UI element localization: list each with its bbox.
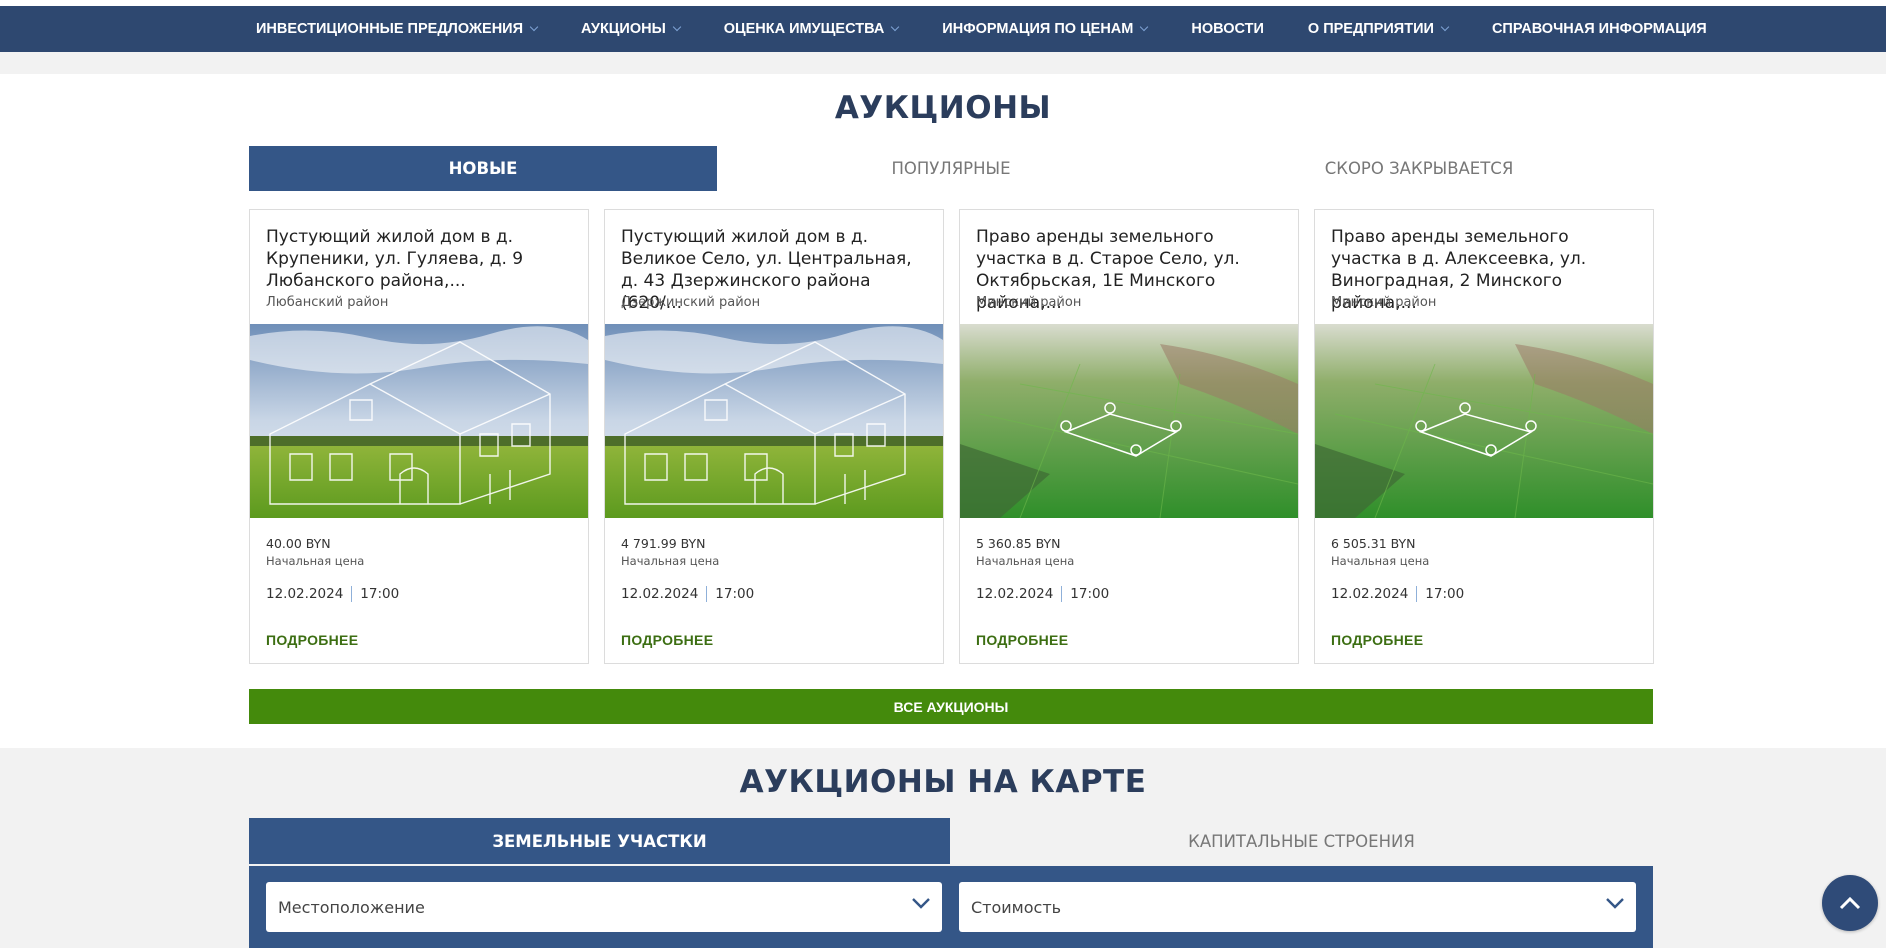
chevron-down-icon bbox=[891, 22, 900, 32]
card-price: 6 505.31 BYN bbox=[1331, 536, 1416, 551]
nav-item-investment-offers[interactable]: ИНВЕСТИЦИОННЫЕ ПРЕДЛОЖЕНИЯ bbox=[256, 21, 539, 37]
card-district: Минский район bbox=[976, 295, 1082, 310]
nav-item-price-info[interactable]: ИНФОРМАЦИЯ ПО ЦЕНАМ bbox=[942, 21, 1149, 37]
price-select-value: Стоимость bbox=[971, 897, 1062, 917]
map-auctions-title: АУКЦИОНЫ НА КАРТЕ bbox=[739, 764, 1147, 800]
card-more-link[interactable]: ПОДРОБНЕЕ bbox=[621, 632, 713, 648]
price-select[interactable]: Стоимость bbox=[959, 882, 1636, 932]
card-datetime: 12.02.2024 17:00 bbox=[266, 586, 399, 602]
card-datetime: 12.02.2024 17:00 bbox=[976, 586, 1109, 602]
card-time: 17:00 bbox=[360, 586, 400, 602]
divider bbox=[1416, 586, 1418, 602]
auction-card[interactable]: Пустующий жилой дом в д. Крупеники, ул. … bbox=[249, 209, 589, 664]
auction-card[interactable]: Право аренды земельного участка в д. Ста… bbox=[959, 209, 1299, 664]
card-time: 17:00 bbox=[1070, 586, 1110, 602]
card-time: 17:00 bbox=[1425, 586, 1465, 602]
card-price-label: Начальная цена bbox=[266, 554, 365, 568]
card-more-link[interactable]: ПОДРОБНЕЕ bbox=[1331, 632, 1423, 648]
nav-item-label: О ПРЕДПРИЯТИИ bbox=[1307, 21, 1434, 37]
card-date: 12.02.2024 bbox=[266, 586, 344, 602]
nav-item-auctions[interactable]: АУКЦИОНЫ bbox=[581, 21, 682, 37]
auctions-title: АУКЦИОНЫ bbox=[834, 90, 1052, 126]
auction-tabs: НОВЫЕ ПОПУЛЯРНЫЕ СКОРО ЗАКРЫВАЕТСЯ bbox=[249, 146, 1653, 191]
card-district: Минский район bbox=[1331, 295, 1437, 310]
card-date: 12.02.2024 bbox=[1331, 586, 1409, 602]
chevron-up-icon bbox=[1839, 896, 1861, 910]
card-date: 12.02.2024 bbox=[976, 586, 1054, 602]
card-district: Любанский район bbox=[266, 295, 389, 310]
chevron-down-icon bbox=[912, 898, 930, 909]
nav-item-label: ИНФОРМАЦИЯ ПО ЦЕНАМ bbox=[942, 21, 1134, 37]
card-datetime: 12.02.2024 17:00 bbox=[1331, 586, 1464, 602]
card-price: 40.00 BYN bbox=[266, 536, 331, 551]
card-date: 12.02.2024 bbox=[621, 586, 699, 602]
nav-items: ИНВЕСТИЦИОННЫЕ ПРЕДЛОЖЕНИЯ АУКЦИОНЫ ОЦЕН… bbox=[256, 6, 1751, 52]
card-title[interactable]: Пустующий жилой дом в д. Крупеники, ул. … bbox=[266, 226, 578, 292]
house-field-image[interactable] bbox=[605, 324, 943, 518]
chevron-down-icon bbox=[672, 22, 682, 32]
card-district: Дзержинский район bbox=[621, 295, 761, 310]
chevron-down-icon bbox=[1606, 898, 1624, 909]
nav-item-about[interactable]: О ПРЕДПРИЯТИИ bbox=[1307, 21, 1450, 37]
tab-land-plots[interactable]: ЗЕМЕЛЬНЫЕ УЧАСТКИ bbox=[249, 818, 950, 864]
location-select-value: Местоположение bbox=[278, 897, 425, 917]
nav-item-reference[interactable]: СПРАВОЧНАЯ ИНФОРМАЦИЯ bbox=[1492, 21, 1707, 37]
chevron-down-icon bbox=[529, 22, 539, 32]
map-tabs: ЗЕМЕЛЬНЫЕ УЧАСТКИ КАПИТАЛЬНЫЕ СТРОЕНИЯ bbox=[249, 818, 1653, 864]
nav-item-news[interactable]: НОВОСТИ bbox=[1191, 21, 1264, 37]
all-auctions-button[interactable]: ВСЕ АУКЦИОНЫ bbox=[249, 689, 1653, 724]
chevron-down-icon bbox=[1440, 22, 1450, 32]
main-navigation: ИНВЕСТИЦИОННЫЕ ПРЕДЛОЖЕНИЯ АУКЦИОНЫ ОЦЕН… bbox=[0, 6, 1886, 52]
tab-new[interactable]: НОВЫЕ bbox=[249, 146, 717, 191]
nav-item-label: ИНВЕСТИЦИОННЫЕ ПРЕДЛОЖЕНИЯ bbox=[256, 21, 524, 37]
card-datetime: 12.02.2024 17:00 bbox=[621, 586, 754, 602]
tab-closing-soon[interactable]: СКОРО ЗАКРЫВАЕТСЯ bbox=[1185, 146, 1653, 191]
card-price: 5 360.85 BYN bbox=[976, 536, 1061, 551]
nav-item-property-valuation[interactable]: ОЦЕНКА ИМУЩЕСТВА bbox=[723, 21, 900, 37]
divider bbox=[351, 586, 353, 602]
map-filter-panel: Местоположение Стоимость bbox=[249, 866, 1653, 948]
divider bbox=[1061, 586, 1063, 602]
auction-cards: Пустующий жилой дом в д. Крупеники, ул. … bbox=[249, 209, 1654, 664]
scroll-to-top-button[interactable] bbox=[1822, 875, 1878, 931]
auction-card[interactable]: Пустующий жилой дом в д. Великое Село, у… bbox=[604, 209, 944, 664]
land-plot-image[interactable] bbox=[1315, 324, 1653, 518]
card-price: 4 791.99 BYN bbox=[621, 536, 706, 551]
divider bbox=[706, 586, 708, 602]
tab-popular[interactable]: ПОПУЛЯРНЫЕ bbox=[717, 146, 1185, 191]
card-time: 17:00 bbox=[715, 586, 755, 602]
house-field-image[interactable] bbox=[250, 324, 588, 518]
chevron-down-icon bbox=[1140, 22, 1149, 32]
card-price-label: Начальная цена bbox=[621, 554, 720, 568]
nav-item-label: СПРАВОЧНАЯ ИНФОРМАЦИЯ bbox=[1491, 21, 1707, 37]
card-price-label: Начальная цена bbox=[1331, 554, 1430, 568]
tab-capital-buildings[interactable]: КАПИТАЛЬНЫЕ СТРОЕНИЯ bbox=[950, 818, 1653, 864]
location-select[interactable]: Местоположение bbox=[266, 882, 942, 932]
nav-item-label: ОЦЕНКА ИМУЩЕСТВА bbox=[723, 21, 885, 37]
card-more-link[interactable]: ПОДРОБНЕЕ bbox=[266, 632, 358, 648]
nav-spacer bbox=[0, 52, 1886, 74]
card-price-label: Начальная цена bbox=[976, 554, 1075, 568]
land-plot-image[interactable] bbox=[960, 324, 1298, 518]
auction-card[interactable]: Право аренды земельного участка в д. Але… bbox=[1314, 209, 1654, 664]
nav-item-label: АУКЦИОНЫ bbox=[581, 21, 666, 37]
card-more-link[interactable]: ПОДРОБНЕЕ bbox=[976, 632, 1068, 648]
nav-item-label: НОВОСТИ bbox=[1191, 21, 1264, 37]
